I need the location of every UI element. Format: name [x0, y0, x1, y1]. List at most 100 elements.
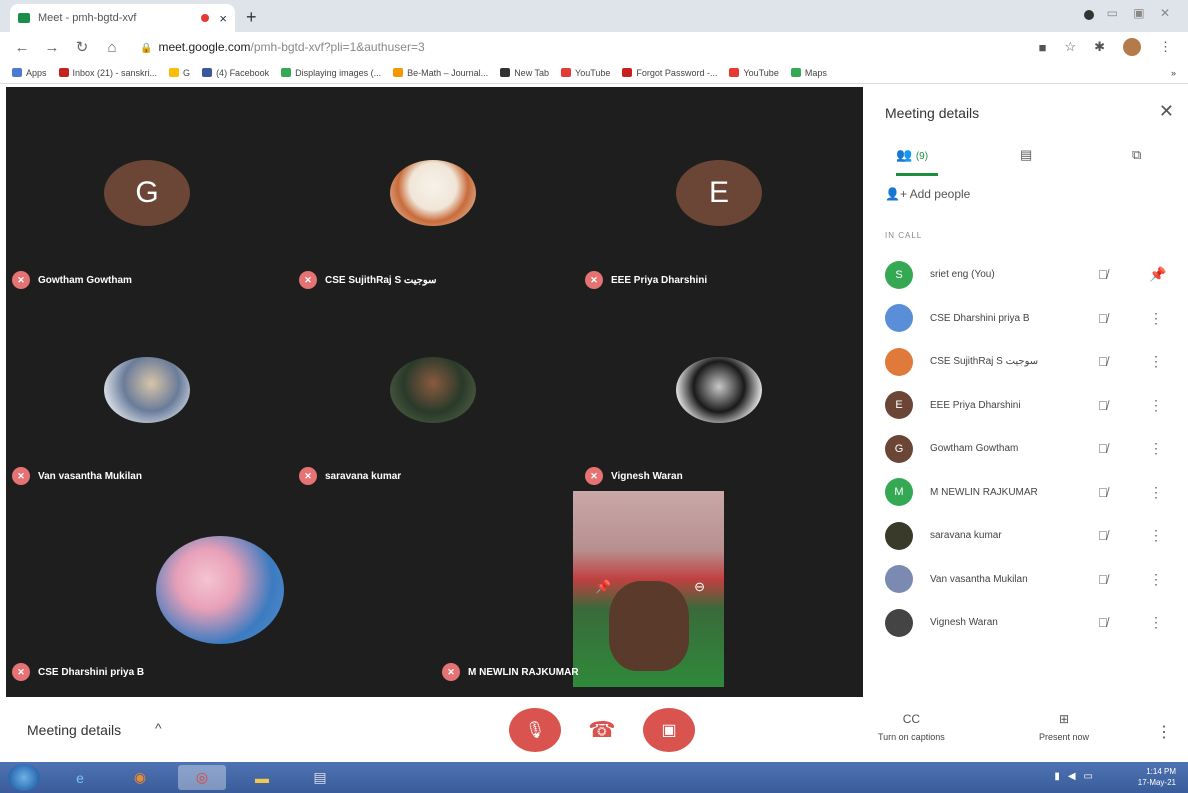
star-icon[interactable]: ☆: [1064, 39, 1076, 55]
bookmark-item[interactable]: Maps: [790, 68, 827, 78]
taskbar-clock[interactable]: 1:14 PM 17-May-21: [1138, 766, 1176, 788]
more-options-icon[interactable]: ⋮: [1149, 397, 1163, 414]
start-button[interactable]: [8, 764, 40, 791]
url-path: /pmh-bgtd-xvf?pli=1&authuser=3: [250, 40, 425, 54]
network-icon[interactable]: ▮: [1054, 771, 1060, 782]
chrome-taskbar-icon[interactable]: ◎: [178, 765, 226, 790]
participant-avatar: E: [885, 391, 913, 420]
self-view-video[interactable]: 📌 ⊖: [573, 491, 724, 687]
bookmark-item[interactable]: Be-Math – Journal...: [393, 68, 488, 78]
participant-name: EEE Priya Dharshini: [930, 399, 1021, 411]
participant-row[interactable]: CSE Dharshini priya B 🎙̸ ⋮: [870, 297, 1188, 341]
close-panel-icon[interactable]: ✕: [1159, 101, 1174, 122]
bookmark-item[interactable]: New Tab: [500, 68, 549, 78]
more-options-icon[interactable]: ⋮: [1149, 614, 1163, 631]
mic-off-icon: ✕: [585, 467, 603, 485]
bookmark-item[interactable]: (4) Facebook: [202, 68, 269, 78]
mic-off-icon: ✕: [12, 271, 30, 289]
activities-icon: ⧉: [1132, 147, 1142, 162]
captions-button[interactable]: CC Turn on captions: [878, 712, 945, 742]
toggle-camera-button[interactable]: ▣: [643, 708, 695, 752]
mic-muted-icon: 🎙̸: [1098, 354, 1108, 370]
tab-title: Meet - pmh-bgtd-xvf: [38, 12, 137, 24]
participant-row[interactable]: saravana kumar 🎙̸ ⋮: [870, 514, 1188, 558]
window-controls[interactable]: ▭ ▣ ✕: [1107, 6, 1176, 20]
more-options-icon[interactable]: ⋮: [1149, 484, 1163, 501]
participant-row[interactable]: Van vasantha Mukilan 🎙̸ ⋮: [870, 558, 1188, 602]
tab-activities[interactable]: ⧉: [1132, 147, 1141, 163]
more-options-icon[interactable]: ⋮: [1156, 722, 1172, 742]
tab-people[interactable]: 👥 (9): [896, 147, 928, 163]
participant-row[interactable]: G Gowtham Gowtham 🎙̸ ⋮: [870, 427, 1188, 471]
bookmark-item[interactable]: Inbox (21) - sanskri...: [58, 68, 157, 78]
chat-icon: ▤: [1020, 147, 1033, 162]
leave-call-button[interactable]: ☎: [576, 708, 628, 752]
tab-close-icon[interactable]: ×: [219, 11, 227, 26]
bookmark-item[interactable]: G: [169, 68, 190, 78]
home-icon[interactable]: ⌂: [104, 39, 120, 56]
participant-row[interactable]: Ssriet eng (You) 🎙̸ 📌: [870, 253, 1188, 297]
toggle-mic-button[interactable]: 🎙: [509, 708, 561, 752]
forward-icon[interactable]: →: [44, 39, 60, 56]
document-taskbar-icon[interactable]: ▤: [296, 765, 344, 790]
bookmark-item[interactable]: Forgot Password -...: [622, 68, 717, 78]
add-person-icon: 👤+: [885, 187, 907, 201]
tab-chat[interactable]: ▤: [1020, 147, 1032, 163]
panel-tabs: 👥 (9) ▤ ⧉: [870, 143, 1188, 177]
participant-name: CSE SujithRaj S سوجيت: [930, 356, 1039, 368]
bookmark-item[interactable]: YouTube: [561, 68, 610, 78]
bookmark-item[interactable]: YouTube: [729, 68, 779, 78]
mic-muted-icon: 🎙̸: [1098, 267, 1108, 283]
mic-off-icon: ✕: [299, 467, 317, 485]
present-icon: ⊞: [1058, 712, 1070, 726]
participant-avatar: [885, 304, 913, 333]
more-options-icon[interactable]: ⋮: [1149, 353, 1163, 370]
present-now-button[interactable]: ⊞ Present now: [1039, 712, 1089, 742]
minimize-icon[interactable]: ⊖: [694, 579, 705, 595]
participant-row[interactable]: CSE SujithRaj S سوجيت 🎙̸ ⋮: [870, 340, 1188, 384]
extensions-icon[interactable]: ✱: [1094, 39, 1105, 55]
url-field[interactable]: 🔒 meet.google.com/pmh-bgtd-xvf?pli=1&auth…: [140, 40, 425, 54]
hang-up-icon: ☎: [588, 717, 616, 742]
bookmark-item[interactable]: Displaying images (...: [281, 68, 381, 78]
participant-avatar: [885, 521, 913, 550]
internet-explorer-icon[interactable]: e: [56, 765, 104, 790]
tile-name-label: ✕ Vignesh Waran: [585, 467, 683, 485]
participant-row[interactable]: E EEE Priya Dharshini 🎙̸ ⋮: [870, 384, 1188, 428]
meeting-details-panel: Meeting details ✕ 👥 (9) ▤ ⧉ 👤+ Add peopl…: [870, 85, 1188, 700]
camera-indicator-icon[interactable]: ■: [1039, 40, 1047, 55]
participant-avatar: G: [885, 434, 913, 463]
more-options-icon[interactable]: ⋮: [1149, 527, 1163, 544]
participant-name: saravana kumar: [930, 530, 1002, 542]
file-explorer-icon[interactable]: ▬: [238, 765, 286, 790]
profile-dot-icon[interactable]: [1084, 10, 1094, 20]
more-options-icon[interactable]: ⋮: [1149, 310, 1163, 327]
mic-muted-icon: 🎙̸: [1098, 484, 1108, 500]
more-options-icon[interactable]: ⋮: [1149, 440, 1163, 457]
participant-row[interactable]: Vignesh Waran 🎙̸ ⋮: [870, 601, 1188, 645]
chevron-up-icon[interactable]: ^: [155, 720, 162, 736]
back-icon[interactable]: ←: [14, 39, 30, 56]
bookmark-item[interactable]: Apps: [12, 68, 47, 78]
reload-icon[interactable]: ↻: [74, 38, 90, 56]
bookmarks-overflow-icon[interactable]: »: [1171, 68, 1176, 78]
self-view-controls: 📌 ⊖: [595, 579, 705, 595]
mic-off-icon: ✕: [299, 271, 317, 289]
battery-icon[interactable]: ▭: [1084, 771, 1093, 782]
participant-row[interactable]: M M NEWLIN RAJKUMAR 🎙̸ ⋮: [870, 471, 1188, 515]
media-player-icon[interactable]: ◉: [116, 765, 164, 790]
new-tab-button[interactable]: +: [246, 7, 257, 28]
menu-icon[interactable]: ⋮: [1159, 39, 1172, 55]
tile-name-label: ✕ M NEWLIN RAJKUMAR: [442, 663, 579, 681]
add-people-button[interactable]: 👤+ Add people: [885, 187, 970, 201]
pin-icon[interactable]: 📌: [595, 579, 611, 595]
more-options-icon[interactable]: ⋮: [1149, 571, 1163, 588]
volume-icon[interactable]: ◀: [1068, 771, 1076, 782]
bottom-control-bar: Meeting details ^ 🎙 ☎ ▣ CC Turn on capti…: [0, 700, 1188, 762]
browser-tab[interactable]: Meet - pmh-bgtd-xvf ×: [10, 4, 235, 32]
meeting-details-toggle[interactable]: Meeting details: [27, 722, 121, 738]
profile-avatar[interactable]: [1123, 38, 1141, 56]
participant-avatar: [885, 608, 913, 637]
pin-icon[interactable]: 📌: [1149, 266, 1166, 283]
panel-title: Meeting details: [885, 105, 980, 121]
